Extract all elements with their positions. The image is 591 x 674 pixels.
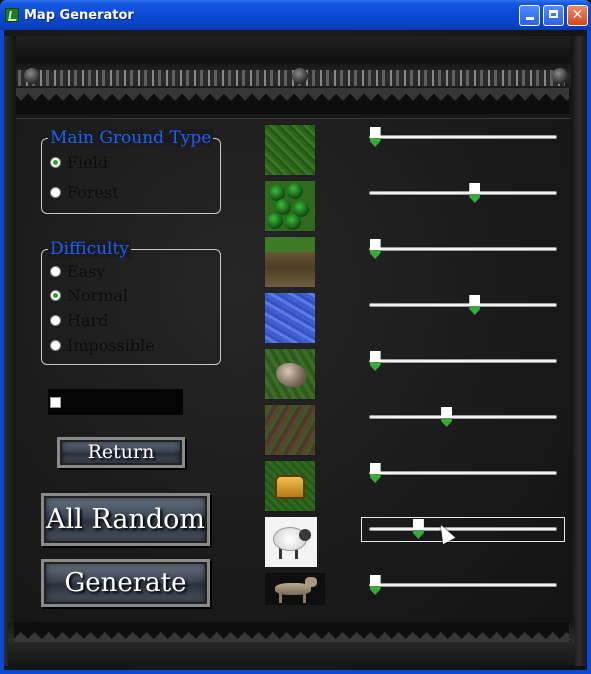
difficulty-title: Difficulty xyxy=(48,239,131,259)
slider-track[interactable] xyxy=(369,471,557,475)
slider-track[interactable] xyxy=(369,191,557,195)
option-checkbox[interactable] xyxy=(50,397,61,408)
window-title: Map Generator xyxy=(24,8,134,23)
grass-tile-icon xyxy=(265,125,315,175)
title-bar[interactable]: Map Generator ✕ xyxy=(0,0,591,30)
water-slider[interactable] xyxy=(369,295,557,315)
dirt-slider[interactable] xyxy=(369,407,557,427)
slider-thumb[interactable] xyxy=(469,183,481,203)
radio-field[interactable]: Field xyxy=(50,152,108,172)
generate-button[interactable]: Generate xyxy=(41,559,210,607)
spike-border-top xyxy=(14,88,569,114)
forest-tile-icon xyxy=(265,181,315,231)
app-icon xyxy=(5,8,19,22)
sheep-slider[interactable] xyxy=(369,519,557,539)
radio-label: Impossible xyxy=(67,335,155,355)
rivet-icon xyxy=(292,68,308,84)
window-frame-bottom xyxy=(0,670,591,674)
decorative-side-left xyxy=(4,36,16,666)
dirt-tile-icon xyxy=(265,405,315,455)
minimize-button[interactable] xyxy=(519,5,540,26)
slider-thumb[interactable] xyxy=(412,519,424,539)
return-button[interactable]: Return xyxy=(57,437,185,468)
decorative-side-right xyxy=(571,36,587,666)
slider-track[interactable] xyxy=(369,583,557,587)
slider-track[interactable] xyxy=(369,303,557,307)
wolf-icon xyxy=(265,573,325,605)
ground-type-title: Main Ground Type xyxy=(48,128,214,148)
forest-slider[interactable] xyxy=(369,183,557,203)
slider-track[interactable] xyxy=(369,247,557,251)
radio-button[interactable] xyxy=(50,186,61,198)
radio-impossible[interactable]: Impossible xyxy=(50,335,155,355)
radio-label: Forest xyxy=(67,182,119,202)
slider-thumb[interactable] xyxy=(369,239,381,259)
radio-button[interactable] xyxy=(50,289,61,301)
radio-easy[interactable]: Easy xyxy=(50,261,105,281)
sheep-icon xyxy=(265,517,317,567)
maximize-button[interactable] xyxy=(543,5,564,26)
slider-track[interactable] xyxy=(369,135,557,139)
rivet-icon xyxy=(552,68,568,84)
radio-forest[interactable]: Forest xyxy=(50,182,119,202)
close-button[interactable]: ✕ xyxy=(567,5,588,26)
window-frame-right xyxy=(587,30,591,674)
spike-border-bottom xyxy=(14,622,569,642)
gold-slider[interactable] xyxy=(369,463,557,483)
radio-label: Easy xyxy=(67,261,106,281)
difficulty-group: Difficulty Easy Normal Hard Impossible xyxy=(41,240,221,365)
slider-track[interactable] xyxy=(369,415,557,419)
mud-slider[interactable] xyxy=(369,239,557,259)
gold-chest-icon xyxy=(265,461,315,511)
slider-thumb[interactable] xyxy=(369,127,381,147)
ground-type-group: Main Ground Type Field Forest xyxy=(41,129,221,214)
slider-thumb[interactable] xyxy=(369,575,381,595)
radio-label: Normal xyxy=(67,285,129,305)
rock-tile-icon xyxy=(265,349,315,399)
radio-button[interactable] xyxy=(50,339,61,351)
slider-thumb[interactable] xyxy=(369,463,381,483)
radio-label: Hard xyxy=(67,310,109,330)
water-tile-icon xyxy=(265,293,315,343)
radio-button[interactable] xyxy=(50,265,61,277)
slider-thumb[interactable] xyxy=(369,351,381,371)
all-random-button[interactable]: All Random xyxy=(41,493,210,546)
close-icon: ✕ xyxy=(571,7,584,23)
minimize-icon xyxy=(525,17,534,20)
mud-tile-icon xyxy=(265,237,315,287)
maximize-icon xyxy=(549,10,558,18)
radio-button[interactable] xyxy=(50,314,61,326)
rivet-icon xyxy=(24,68,40,84)
grass-slider[interactable] xyxy=(369,127,557,147)
rock-slider[interactable] xyxy=(369,351,557,371)
slider-track[interactable] xyxy=(369,359,557,363)
option-field[interactable] xyxy=(48,389,183,415)
wolf-slider[interactable] xyxy=(369,575,557,595)
slider-thumb[interactable] xyxy=(441,407,453,427)
radio-label: Field xyxy=(67,152,109,172)
radio-hard[interactable]: Hard xyxy=(50,310,108,330)
slider-thumb[interactable] xyxy=(469,295,481,315)
radio-button[interactable] xyxy=(50,156,61,168)
radio-normal[interactable]: Normal xyxy=(50,285,128,305)
slider-track[interactable] xyxy=(369,527,557,531)
